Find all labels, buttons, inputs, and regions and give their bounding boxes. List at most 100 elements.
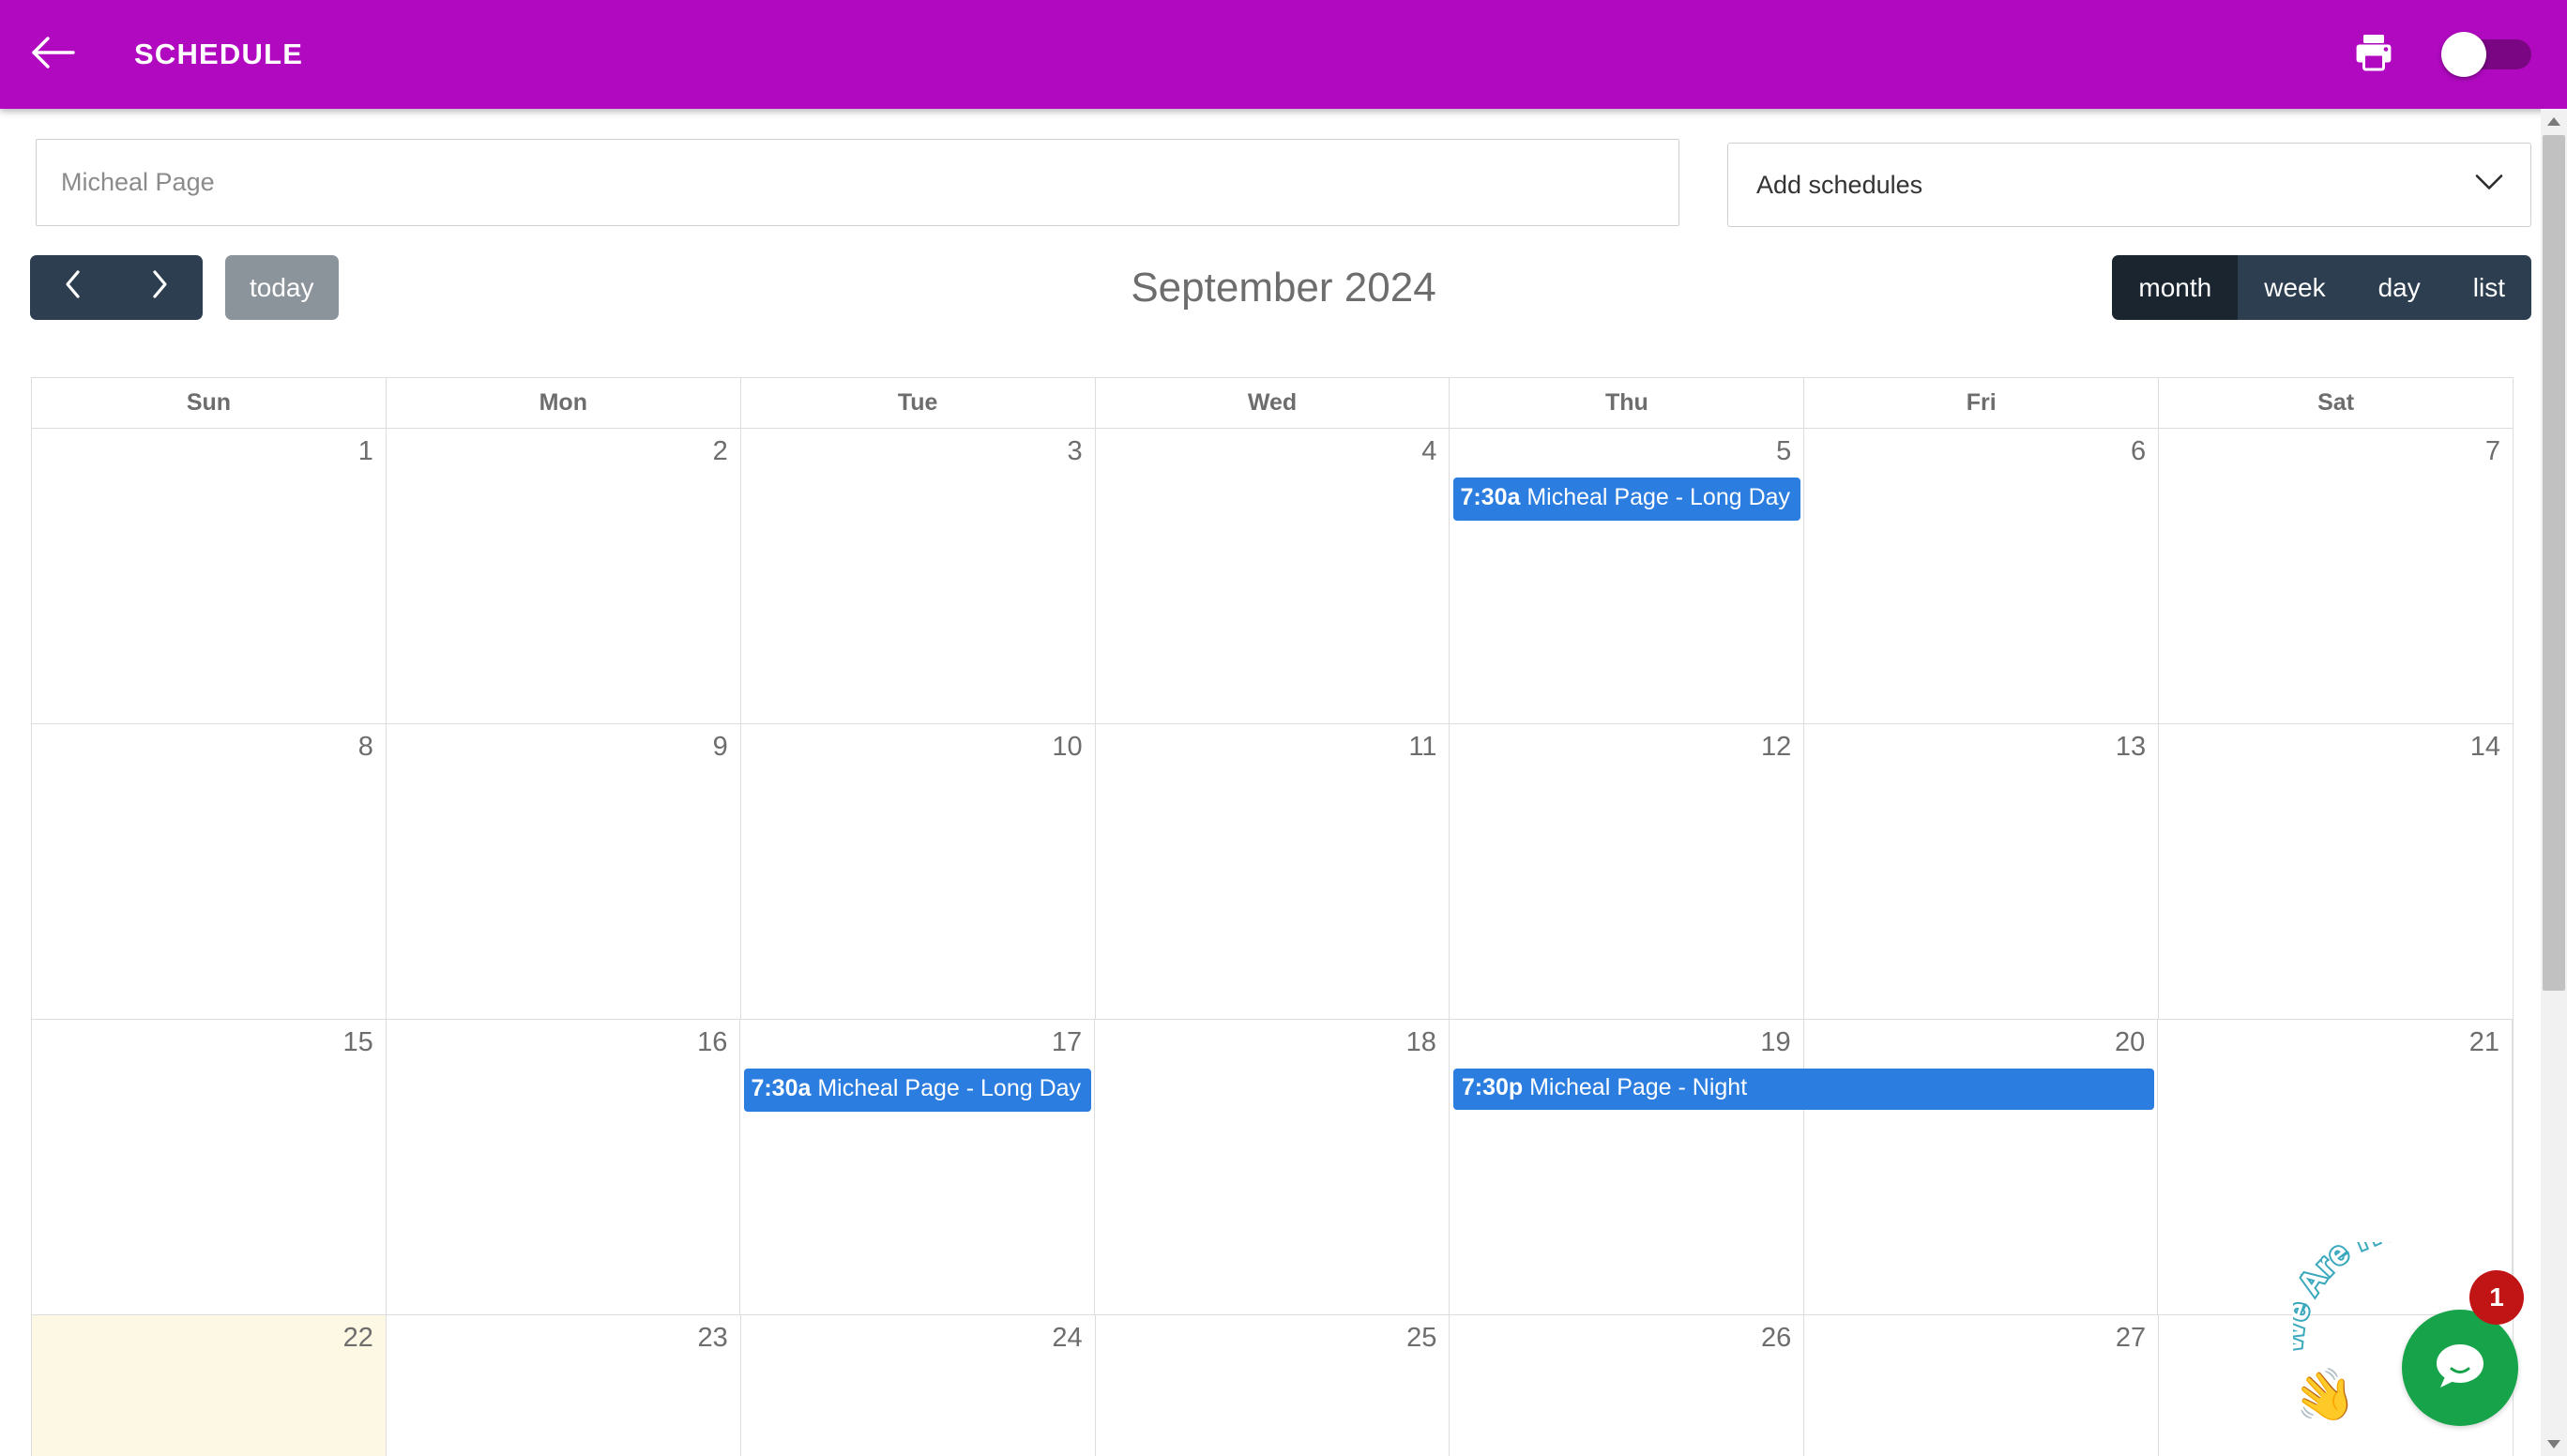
printer-icon (2352, 32, 2395, 78)
calendar-day-headers: Sun Mon Tue Wed Thu Fri Sat (32, 378, 2513, 429)
scrollbar-thumb[interactable] (2543, 135, 2565, 991)
calendar-day-cell[interactable]: 1 (32, 429, 387, 723)
calendar-day-cell[interactable]: 18 (1095, 1020, 1450, 1314)
calendar-day-cell-today[interactable]: 22 (32, 1315, 387, 1456)
day-number: 14 (2469, 732, 2501, 762)
day-number: 15 (342, 1027, 373, 1057)
calendar-event[interactable]: 7:30a Micheal Page - Long Day (1453, 478, 1801, 521)
employee-name-input[interactable] (36, 139, 1679, 226)
today-button[interactable]: today (225, 255, 339, 320)
day-events: 7:30a Micheal Page - Long Day (1453, 478, 1801, 524)
calendar-event-multiday[interactable]: 7:30p Micheal Page - Night (1452, 1069, 2155, 1110)
day-header-mon: Mon (387, 378, 741, 428)
calendar-day-cell[interactable]: 12 (1450, 724, 1805, 1019)
day-header-fri: Fri (1804, 378, 2160, 428)
day-header-thu: Thu (1450, 378, 1805, 428)
calendar-view-group: month week day list (2112, 255, 2531, 320)
calendar-week-row: 22 23 24 25 26 27 (32, 1315, 2514, 1456)
chevron-left-icon (64, 269, 83, 306)
chat-bubble-icon (2426, 1332, 2494, 1404)
calendar-day-cell[interactable]: 16 (386, 1020, 741, 1314)
calendar-day-cell[interactable]: 14 (2159, 724, 2514, 1019)
view-button-day[interactable]: day (2351, 255, 2447, 320)
day-number: 1 (357, 436, 373, 466)
day-number: 10 (1052, 732, 1083, 762)
calendar-week-row: 1 2 3 4 5 7:30a Micheal Page - Long Day 6 7 (32, 429, 2514, 724)
day-number: 6 (2131, 436, 2147, 466)
day-number: 13 (2115, 732, 2147, 762)
next-month-button[interactable] (116, 255, 203, 320)
event-time: 7:30a (751, 1075, 812, 1101)
calendar-day-cell[interactable]: 17 7:30a Micheal Page - Long Day (740, 1020, 1096, 1314)
scrollbar-down-arrow[interactable] (2541, 1433, 2567, 1454)
day-number: 8 (357, 732, 373, 762)
chat-unread-badge: 1 (2469, 1270, 2524, 1325)
calendar-day-cell[interactable]: 5 7:30a Micheal Page - Long Day (1450, 429, 1805, 723)
scrollbar-up-arrow[interactable] (2541, 111, 2567, 131)
view-button-month[interactable]: month (2112, 255, 2239, 320)
day-number: 7 (2484, 436, 2501, 466)
chat-open-button[interactable] (2402, 1310, 2518, 1426)
day-number: 11 (1408, 732, 1437, 762)
calendar-day-cell[interactable]: 11 (1095, 724, 1451, 1019)
event-title: Micheal Page - Long Day (811, 1075, 1082, 1101)
page-title: SCHEDULE (134, 38, 304, 70)
view-button-week[interactable]: week (2238, 255, 2352, 320)
arrow-left-icon (32, 36, 75, 74)
schedule-visibility-toggle[interactable] (2441, 32, 2531, 77)
calendar-grid: Sun Mon Tue Wed Thu Fri Sat 1 2 3 4 5 7:30a M… (31, 377, 2514, 1456)
calendar-nav-group (30, 255, 203, 320)
calendar-day-cell[interactable]: 24 (740, 1315, 1096, 1456)
page-scrollbar[interactable] (2541, 109, 2567, 1456)
calendar-day-cell[interactable]: 4 (1095, 429, 1451, 723)
add-schedules-select[interactable]: Add schedules (1727, 143, 2531, 227)
filter-row: Add schedules (0, 139, 2567, 242)
event-time: 7:30p (1461, 1074, 1524, 1100)
calendar-day-cell[interactable]: 13 (1804, 724, 2160, 1019)
day-number: 12 (1761, 732, 1792, 762)
calendar-day-cell[interactable]: 25 (1095, 1315, 1451, 1456)
calendar-day-cell[interactable]: 8 (32, 724, 387, 1019)
day-number: 9 (712, 732, 728, 762)
calendar-day-cell[interactable]: 23 (386, 1315, 741, 1456)
event-title: Micheal Page - Night (1523, 1074, 1748, 1100)
calendar-day-cell[interactable]: 26 (1450, 1315, 1805, 1456)
day-header-sun: Sun (32, 378, 387, 428)
day-header-tue: Tue (741, 378, 1096, 428)
calendar-day-cell[interactable]: 15 (32, 1020, 387, 1314)
calendar-day-cell[interactable]: 19 (1449, 1020, 1804, 1314)
calendar-weeks: 1 2 3 4 5 7:30a Micheal Page - Long Day 6 7 8 9 10… (32, 429, 2514, 1456)
day-events: 7:30a Micheal Page - Long Day (744, 1069, 1092, 1115)
waving-hand-icon: 👋 (2286, 1361, 2362, 1433)
calendar-week-row: 15 16 17 7:30a Micheal Page - Long Day 18 19 2… (32, 1020, 2514, 1315)
calendar-day-cell[interactable]: 20 (1803, 1020, 2159, 1314)
day-number: 23 (697, 1323, 728, 1353)
day-number: 27 (2115, 1323, 2147, 1353)
day-number: 2 (712, 436, 728, 466)
calendar-day-cell[interactable]: 6 (1804, 429, 2160, 723)
calendar-day-cell[interactable]: 27 (1804, 1315, 2160, 1456)
day-number: 22 (342, 1323, 373, 1353)
day-number: 21 (2468, 1027, 2500, 1057)
day-number: 3 (1067, 436, 1083, 466)
calendar-day-cell[interactable]: 7 (2159, 429, 2514, 723)
calendar-day-cell[interactable]: 9 (386, 724, 741, 1019)
day-number: 25 (1406, 1323, 1437, 1353)
prev-month-button[interactable] (30, 255, 116, 320)
calendar-day-cell[interactable]: 10 (740, 724, 1096, 1019)
print-button[interactable] (2346, 26, 2402, 83)
chat-widget[interactable]: We Are Here! 👋 1 (2287, 1236, 2528, 1443)
view-button-list[interactable]: list (2446, 255, 2531, 320)
back-button[interactable] (26, 27, 81, 82)
calendar-day-cell[interactable]: 3 (740, 429, 1096, 723)
day-number: 4 (1421, 436, 1437, 466)
day-number: 5 (1776, 436, 1792, 466)
day-number: 19 (1760, 1027, 1791, 1057)
calendar-event[interactable]: 7:30a Micheal Page - Long Day (744, 1069, 1092, 1112)
day-number: 26 (1761, 1323, 1792, 1353)
calendar-day-cell[interactable]: 2 (386, 429, 741, 723)
calendar-toolbar: September 2024 today month week day list (0, 255, 2567, 340)
toggle-knob[interactable] (2441, 32, 2486, 77)
day-number: 24 (1052, 1323, 1083, 1353)
day-number: 17 (1051, 1027, 1083, 1057)
